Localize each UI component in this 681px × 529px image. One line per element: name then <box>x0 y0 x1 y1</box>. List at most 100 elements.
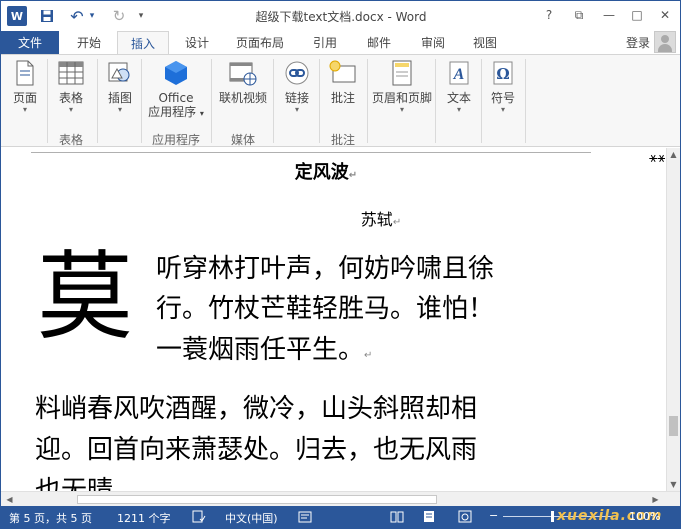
page-top-border <box>31 152 591 153</box>
horizontal-scroll-thumb[interactable] <box>77 495 437 504</box>
vertical-scroll-thumb[interactable] <box>669 416 678 436</box>
help-button[interactable]: ? <box>537 5 561 25</box>
customize-toolbar-icon[interactable]: ▾ <box>135 6 147 26</box>
group-separator <box>435 59 436 143</box>
svg-text:A: A <box>453 66 465 83</box>
group-separator <box>97 59 98 143</box>
chevron-down-icon: ▾ <box>500 105 505 114</box>
group-separator <box>525 59 526 143</box>
office-apps-button[interactable]: Office 应用程序 ▾ <box>145 59 207 121</box>
decorative-page-border: ⚹⚹⚹⚹⚹⚹⚹⚹⚹⚹⚹⚹⚹⚹⚹⚹⚹ <box>649 150 665 166</box>
poem-line[interactable]: 迎。回首向来萧瑟处。归去，也无风雨 <box>35 429 477 466</box>
poem-line[interactable]: 料峭春风吹酒醒，微冷，山头斜照却相 <box>35 388 477 425</box>
poem-line[interactable]: 一蓑烟雨任平生。↵ <box>156 329 372 366</box>
undo-icon[interactable]: ↶ <box>67 6 87 26</box>
chevron-down-icon: ▾ <box>68 105 73 114</box>
apps-label: 应用程序 ▾ <box>148 105 204 119</box>
ribbon-display-options-button[interactable]: ⧉ <box>567 5 591 25</box>
text-box-icon: A <box>445 59 473 87</box>
status-bar: 第 5 页，共 5 页 1211 个字 中文(中国) − xuexila.com… <box>1 506 680 528</box>
scroll-up-icon[interactable]: ▲ <box>667 148 680 161</box>
zoom-out-button[interactable]: − <box>489 509 498 522</box>
symbols-label: 符号 <box>490 91 515 105</box>
header-footer-button[interactable]: 页眉和页脚 ▾ <box>371 59 433 115</box>
group-separator <box>211 59 212 143</box>
tab-references[interactable]: 引用 <box>303 31 347 54</box>
word-window: W ↶ ▾ ↻ ▾ 超级下载text文档.docx - Word ? ⧉ — □… <box>0 0 681 529</box>
group-label-apps: 应用程序 <box>151 133 200 147</box>
tab-insert[interactable]: 插入 <box>117 31 169 55</box>
title-bar: W ↶ ▾ ↻ ▾ 超级下载text文档.docx - Word ? ⧉ — □… <box>1 1 680 31</box>
minimize-button[interactable]: — <box>597 5 621 25</box>
poem-title[interactable]: 定风波↵ <box>1 158 651 184</box>
pages-button[interactable]: 页面 ▾ <box>7 59 43 115</box>
poem-line[interactable]: 行。竹杖芒鞋轻胜马。谁怕！ <box>156 288 494 325</box>
group-separator <box>367 59 368 143</box>
close-button[interactable]: ✕ <box>653 5 677 25</box>
group-separator <box>481 59 482 143</box>
text-button[interactable]: A 文本 ▾ <box>441 59 477 115</box>
table-button[interactable]: 表格 ▾ <box>53 59 89 115</box>
tab-view[interactable]: 视图 <box>463 31 507 54</box>
vertical-scrollbar[interactable]: ▲ ▼ <box>666 148 680 491</box>
word-app-icon[interactable]: W <box>7 6 27 26</box>
scroll-left-icon[interactable]: ◀ <box>3 493 16 506</box>
undo-dropdown-icon[interactable]: ▾ <box>87 6 97 26</box>
office-label: Office <box>158 91 194 105</box>
web-layout-icon[interactable] <box>457 509 473 524</box>
window-title: 超级下载text文档.docx - Word <box>255 10 427 24</box>
tab-layout[interactable]: 页面布局 <box>227 31 293 54</box>
page-icon <box>11 59 39 87</box>
symbols-button[interactable]: Ω 符号 ▾ <box>485 59 521 115</box>
language-indicator[interactable]: 中文(中国) <box>225 510 278 526</box>
online-video-label: 联机视频 <box>218 91 267 105</box>
tab-file[interactable]: 文件 <box>1 31 59 54</box>
paragraph-mark: ↵ <box>364 350 373 361</box>
drop-cap[interactable]: 莫 <box>37 246 133 348</box>
avatar[interactable] <box>654 31 676 53</box>
illustrations-button[interactable]: 插图 ▾ <box>102 59 138 115</box>
read-mode-icon[interactable] <box>389 509 405 524</box>
chevron-down-icon: ▾ <box>294 105 299 114</box>
chevron-down-icon: ▾ <box>22 105 27 114</box>
pages-label: 页面 <box>12 91 37 105</box>
print-layout-icon[interactable] <box>421 509 437 524</box>
macro-icon[interactable] <box>297 509 313 524</box>
save-icon[interactable] <box>37 6 57 26</box>
ribbon-insert: 页面 ▾ 表格 ▾ 表格 插图 ▾ Office 应用程序 ▾ 应用程序 联机视… <box>1 54 680 147</box>
word-count[interactable]: 1211 个字 <box>117 510 171 526</box>
poem-line[interactable]: 听穿林打叶声，何妨吟啸且徐 <box>156 248 494 285</box>
text-label: 文本 <box>446 91 471 105</box>
zoom-level[interactable]: 100% <box>629 510 660 523</box>
poem-line[interactable]: 也无晴。 <box>35 470 139 491</box>
proofing-icon[interactable] <box>191 509 207 524</box>
horizontal-scrollbar[interactable]: ◀ ▶ <box>1 491 680 506</box>
online-video-button[interactable]: 联机视频 <box>215 59 271 105</box>
redo-icon[interactable]: ↻ <box>109 6 129 26</box>
comment-label: 批注 <box>330 91 355 105</box>
office-store-icon <box>162 59 190 87</box>
tab-home[interactable]: 开始 <box>67 31 111 54</box>
document-canvas[interactable]: 定风波↵ 苏轼↵ 莫 听穿林打叶声，何妨吟啸且徐 行。竹杖芒鞋轻胜马。谁怕！ 一… <box>1 148 680 491</box>
sign-in-link[interactable]: 登录 <box>626 34 650 51</box>
maximize-button[interactable]: □ <box>625 5 649 25</box>
group-separator <box>273 59 274 143</box>
header-footer-icon <box>388 59 416 87</box>
links-button[interactable]: 链接 ▾ <box>279 59 315 115</box>
tab-design[interactable]: 设计 <box>175 31 219 54</box>
tab-review[interactable]: 审阅 <box>411 31 455 54</box>
ribbon-tab-bar: 文件 开始 插入 设计 页面布局 引用 邮件 审阅 视图 登录 <box>1 31 680 55</box>
paragraph-mark: ↵ <box>392 217 402 228</box>
zoom-slider-thumb[interactable] <box>551 511 554 522</box>
group-label-comments: 批注 <box>330 133 355 147</box>
group-separator <box>141 59 142 143</box>
tab-mailings[interactable]: 邮件 <box>357 31 401 54</box>
poem-author[interactable]: 苏轼↵ <box>1 206 680 230</box>
comment-button[interactable]: 批注 <box>325 59 361 105</box>
chevron-down-icon: ▾ <box>117 105 122 114</box>
scroll-right-icon[interactable]: ▶ <box>649 493 662 506</box>
shapes-icon <box>106 59 134 87</box>
scroll-down-icon[interactable]: ▼ <box>667 478 680 491</box>
comment-icon <box>329 59 357 87</box>
page-count[interactable]: 第 5 页，共 5 页 <box>9 510 92 526</box>
